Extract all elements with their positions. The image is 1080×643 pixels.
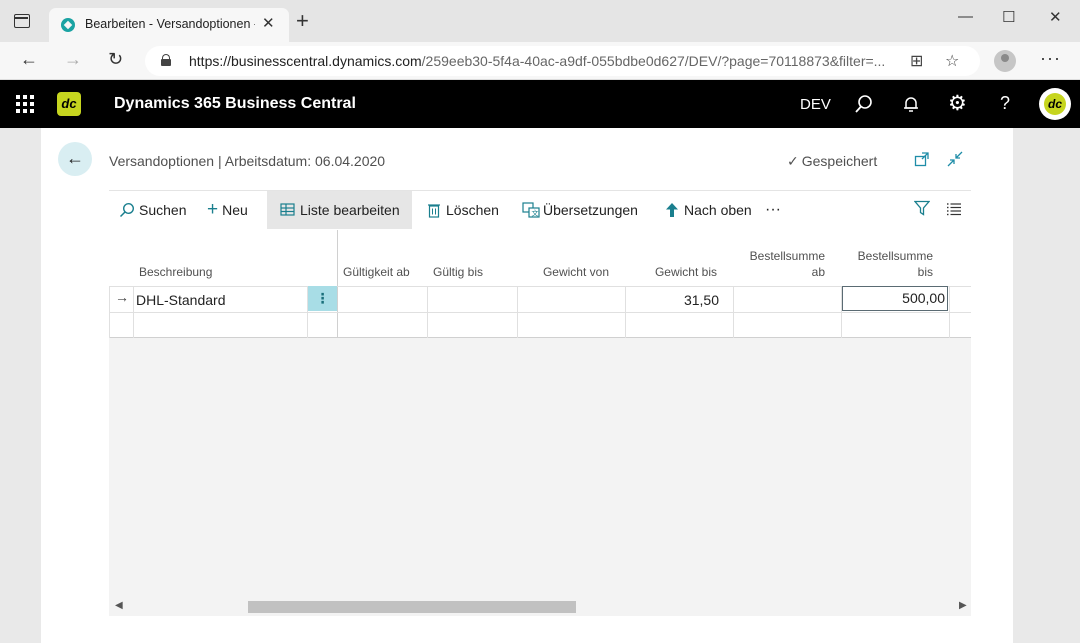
horizontal-scrollbar[interactable]: ◀ ▶ (109, 598, 971, 616)
more-actions-button[interactable]: ··· (765, 191, 781, 229)
page-back-button[interactable]: ← (58, 142, 92, 176)
cell-line (133, 286, 134, 338)
col-header-gueltigkeit-ab[interactable]: Gültigkeit ab (343, 265, 410, 279)
new-button[interactable]: + Neu (207, 191, 248, 229)
translations-button[interactable]: 文 Übersetzungen (522, 191, 638, 229)
cell-gewicht-bis[interactable]: 31,50 (627, 292, 719, 308)
row-menu-button[interactable]: ⋮ (308, 286, 337, 311)
back-button[interactable]: ← (20, 49, 38, 70)
arrow-up-icon (666, 203, 678, 217)
environment-label[interactable]: DEV (800, 96, 831, 113)
svg-text:文: 文 (532, 209, 539, 218)
cell-line (517, 286, 518, 338)
browser-tab-strip: Bearbeiten - Versandoptionen - D ✕ + — ☐… (0, 0, 1080, 42)
close-window-button[interactable]: ✕ (1049, 8, 1062, 26)
breadcrumb: Versandoptionen | Arbeitsdatum: 06.04.20… (109, 153, 386, 169)
action-bar: Suchen + Neu Liste bearbeiten Löschen 文 … (109, 190, 971, 230)
col-header-bestellsumme-ab-line2: ab (811, 265, 825, 279)
edit-list-label: Liste bearbeiten (300, 202, 400, 218)
col-header-bestellsumme-bis-line1: Bestellsumme (857, 249, 933, 263)
col-header-bestellsumme-bis[interactable]: Bestellsumme bis (843, 249, 933, 279)
address-bar-row: ← → ↻ https://businesscentral.dynamics.c… (0, 42, 1080, 80)
search-icon[interactable] (854, 94, 874, 114)
browser-menu-button[interactable]: ··· (1040, 48, 1061, 69)
address-bar[interactable]: https://businesscentral.dynamics.com/259… (145, 46, 980, 76)
url-text[interactable]: https://businesscentral.dynamics.com/259… (189, 53, 889, 69)
delete-label: Löschen (446, 202, 499, 218)
edit-list-button[interactable]: Liste bearbeiten (267, 191, 412, 229)
tab-close-icon[interactable]: ✕ (262, 14, 275, 32)
app-header: dc Dynamics 365 Business Central DEV ⚙ ?… (0, 80, 1080, 128)
bc-favicon-icon (61, 18, 75, 32)
cell-line (949, 286, 950, 338)
row-indicator-icon: → (115, 289, 129, 305)
data-grid: Beschreibung Gültigkeit ab Gültig bis Ge… (109, 230, 971, 616)
check-icon: ✓ (787, 153, 799, 169)
saved-status: ✓ Gespeichert (787, 153, 877, 170)
filter-icon[interactable] (914, 200, 930, 216)
col-header-bestellsumme-bis-line2: bis (917, 265, 933, 279)
list-icon[interactable] (946, 202, 962, 216)
col-header-bestellsumme-ab[interactable]: Bestellsumme ab (735, 249, 825, 279)
translations-label: Übersetzungen (543, 202, 638, 218)
column-separator (337, 230, 338, 338)
url-path: /259eeb30-5f4a-40ac-a9df-055bdbe0d627/DE… (421, 53, 886, 69)
page-panel: ← Versandoptionen | Arbeitsdatum: 06.04.… (41, 128, 1013, 643)
cell-line (109, 286, 110, 338)
cell-line (427, 286, 428, 338)
cell-beschreibung[interactable]: DHL-Standard (136, 292, 226, 308)
user-avatar[interactable]: dc (1039, 88, 1071, 120)
avatar-logo: dc (1044, 93, 1066, 115)
scroll-left-icon[interactable]: ◀ (115, 600, 123, 611)
search-icon (119, 202, 135, 218)
help-icon[interactable]: ? (1000, 93, 1010, 114)
search-label: Suchen (139, 202, 187, 218)
saved-label: Gespeichert (801, 153, 878, 169)
translations-icon: 文 (522, 202, 540, 218)
profile-avatar[interactable] (994, 50, 1016, 72)
col-header-gueltig-bis[interactable]: Gültig bis (433, 265, 483, 279)
refresh-button[interactable]: ↻ (108, 49, 123, 70)
lock-icon[interactable] (161, 54, 171, 66)
col-header-gewicht-von[interactable]: Gewicht von (519, 265, 609, 279)
forward-button[interactable]: → (64, 49, 82, 70)
split-screen-icon[interactable]: ⊞ (910, 51, 923, 71)
search-button[interactable]: Suchen (119, 191, 186, 229)
scroll-right-icon[interactable]: ▶ (959, 600, 967, 611)
grid-rows-area: Beschreibung Gültigkeit ab Gültig bis Ge… (109, 230, 971, 338)
cell-line (733, 286, 734, 338)
cell-line (625, 286, 626, 338)
cell-bestellsumme-bis-input[interactable]: 500,00 (842, 286, 948, 311)
tab-title: Bearbeiten - Versandoptionen - D (85, 17, 255, 31)
edit-list-icon (280, 203, 295, 216)
move-up-button[interactable]: Nach oben (665, 191, 752, 229)
bell-icon[interactable] (902, 95, 920, 113)
move-up-label: Nach oben (684, 202, 752, 218)
browser-tab[interactable]: Bearbeiten - Versandoptionen - D ✕ (49, 8, 289, 42)
plus-icon: + (207, 199, 219, 220)
delete-button[interactable]: Löschen (427, 191, 499, 229)
maximize-button[interactable]: ☐ (1002, 8, 1015, 26)
pop-out-icon[interactable] (914, 151, 930, 167)
sidebar-icon[interactable] (14, 14, 30, 28)
collapse-icon[interactable] (947, 151, 963, 167)
col-header-beschreibung[interactable]: Beschreibung (139, 265, 212, 279)
app-launcher-icon[interactable] (16, 95, 34, 113)
new-tab-button[interactable]: + (296, 10, 309, 32)
favorites-icon[interactable]: ☆ (945, 51, 959, 71)
app-title[interactable]: Dynamics 365 Business Central (114, 95, 356, 113)
url-host: https://businesscentral.dynamics.com (189, 53, 422, 69)
scrollbar-thumb[interactable] (248, 601, 576, 613)
gear-icon[interactable]: ⚙ (948, 91, 967, 116)
minimize-button[interactable]: — (958, 8, 973, 25)
col-header-gewicht-bis[interactable]: Gewicht bis (627, 265, 717, 279)
col-header-bestellsumme-ab-line1: Bestellsumme (749, 249, 825, 263)
new-label: Neu (222, 202, 248, 218)
company-logo[interactable]: dc (57, 92, 81, 116)
trash-icon (428, 204, 440, 218)
